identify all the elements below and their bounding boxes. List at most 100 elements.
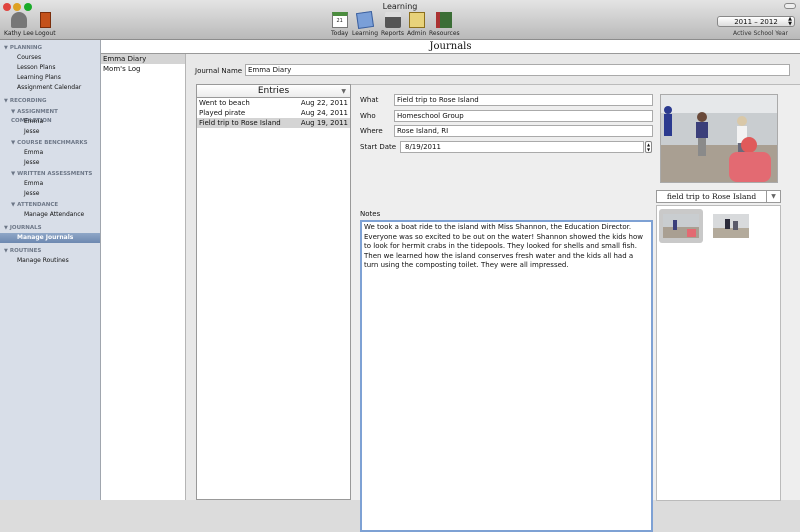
sidebar-item-emma[interactable]: Emma	[0, 148, 100, 158]
school-year-select[interactable]: 2011 – 2012 ▲ ▼	[717, 16, 795, 27]
date-stepper[interactable]: ▲ ▼	[645, 141, 652, 153]
thumbnail-image	[713, 214, 749, 238]
photo-select[interactable]: field trip to Rose Island ▼	[656, 190, 781, 203]
journal-detail-pane: Journal Name Emma Diary Entries ▼ Went t…	[186, 54, 800, 532]
entry-row[interactable]: Field trip to Rose Island Aug 19, 2011	[197, 118, 350, 128]
learning-icon	[355, 10, 375, 30]
sidebar-item-manage-journals[interactable]: Manage Journals	[0, 233, 100, 243]
sidebar-item-lesson-plans[interactable]: Lesson Plans	[0, 63, 100, 73]
sidebar-header-recording[interactable]: ▼ RECORDING	[0, 97, 100, 106]
sidebar-item-emma[interactable]: Emma	[0, 179, 100, 189]
where-label: Where	[360, 127, 383, 135]
who-label: Who	[360, 112, 376, 120]
user-label: Kathy Lee	[4, 30, 34, 37]
sidebar-item-jesse[interactable]: Jesse	[0, 127, 100, 137]
what-field[interactable]: Field trip to Rose Island	[394, 94, 653, 106]
sidebar: ▼ PLANNING Courses Lesson Plans Learning …	[0, 40, 101, 500]
entry-title: Played pirate	[199, 109, 246, 117]
sidebar-header-journals[interactable]: ▼ JOURNALS	[0, 224, 100, 233]
what-label: What	[360, 96, 379, 104]
sidebar-group-assignment-completion[interactable]: ▼ ASSIGNMENT COMPLETION	[0, 108, 100, 124]
school-year-caption: Active School Year	[733, 30, 788, 37]
triangle-down-icon[interactable]: ▼	[341, 85, 346, 98]
resources-button[interactable]: Resources	[429, 12, 460, 37]
journal-list: Emma Diary Mom's Log	[101, 54, 186, 500]
photo-image	[661, 95, 777, 182]
photo-thumbnail[interactable]	[659, 209, 703, 243]
entry-date: Aug 19, 2011	[300, 119, 348, 127]
start-date-label: Start Date	[360, 143, 397, 151]
resources-label: Resources	[429, 30, 460, 37]
entries-header[interactable]: Entries ▼	[197, 85, 350, 98]
disclosure-triangle-icon: ▼	[4, 225, 8, 231]
journal-list-item[interactable]: Emma Diary	[101, 54, 185, 64]
entry-title: Field trip to Rose Island	[199, 119, 281, 127]
door-icon	[39, 12, 51, 28]
logout-button[interactable]: Logout	[35, 12, 56, 37]
sidebar-item-manage-routines[interactable]: Manage Routines	[0, 256, 100, 266]
window-title: Learning	[382, 2, 418, 11]
app-window: Learning Kathy Lee Logout 21 Today Learn…	[0, 0, 800, 532]
printer-icon	[384, 12, 401, 28]
selected-photo	[660, 94, 778, 183]
today-label: Today	[331, 30, 349, 37]
books-icon	[436, 12, 453, 28]
disclosure-triangle-icon: ▼	[11, 109, 16, 115]
today-button[interactable]: 21 Today	[331, 12, 348, 37]
journal-name-field[interactable]: Emma Diary	[245, 64, 790, 76]
disclosure-triangle-icon: ▼	[11, 171, 16, 177]
photo-select-value: field trip to Rose Island	[666, 192, 757, 201]
disclosure-triangle-icon: ▼	[4, 98, 8, 104]
entry-date: Aug 22, 2011	[300, 99, 348, 107]
calendar-icon: 21	[331, 12, 348, 28]
sidebar-header-planning[interactable]: ▼ PLANNING	[0, 44, 100, 53]
sidebar-item-courses[interactable]: Courses	[0, 53, 100, 63]
journal-list-item[interactable]: Mom's Log	[101, 64, 185, 74]
thumbnail-image	[663, 214, 699, 238]
entries-header-label: Entries	[257, 86, 290, 96]
where-field[interactable]: Rose Island, RI	[394, 125, 653, 137]
photo-thumbnails	[656, 205, 781, 501]
sidebar-item-jesse[interactable]: Jesse	[0, 189, 100, 199]
entry-row[interactable]: Played pirate Aug 24, 2011	[197, 108, 350, 118]
sidebar-group-written-assessments[interactable]: ▼ WRITTEN ASSESSMENTS	[0, 170, 100, 179]
sidebar-item-manage-attendance[interactable]: Manage Attendance	[0, 210, 100, 220]
updown-arrows-icon: ▲ ▼	[788, 16, 792, 27]
entry-detail: What Field trip to Rose Island Who Homes…	[351, 84, 800, 532]
admin-button[interactable]: Admin	[407, 12, 426, 37]
sidebar-group-course-benchmarks[interactable]: ▼ COURSE BENCHMARKS	[0, 139, 100, 148]
photo-thumbnail[interactable]	[709, 209, 753, 243]
entry-date: Aug 24, 2011	[300, 109, 348, 117]
disclosure-triangle-icon: ▼	[4, 248, 8, 254]
admin-label: Admin	[407, 30, 427, 37]
start-date-field[interactable]: 8/19/2011	[400, 141, 644, 153]
user-icon	[10, 12, 27, 28]
page-title: Journals	[101, 40, 800, 54]
reports-button[interactable]: Reports	[381, 12, 404, 37]
entry-row[interactable]: Went to beach Aug 22, 2011	[197, 98, 350, 108]
disclosure-triangle-icon: ▼	[11, 140, 16, 146]
who-field[interactable]: Homeschool Group	[394, 110, 653, 122]
user-button[interactable]: Kathy Lee	[4, 12, 34, 37]
sidebar-group-attendance[interactable]: ▼ ATTENDANCE	[0, 201, 100, 210]
disclosure-triangle-icon: ▼	[11, 202, 16, 208]
journal-name-label: Journal Name	[195, 67, 243, 75]
triangle-down-icon: ▼	[766, 191, 780, 202]
sidebar-item-learning-plans[interactable]: Learning Plans	[0, 73, 100, 83]
sidebar-item-jesse[interactable]: Jesse	[0, 158, 100, 168]
admin-icon	[408, 12, 425, 28]
disclosure-triangle-icon: ▼	[4, 45, 8, 51]
toolbar-toggle-button[interactable]	[784, 3, 796, 9]
notes-label: Notes	[360, 210, 381, 218]
toolbar: Learning Kathy Lee Logout 21 Today Learn…	[0, 0, 800, 40]
school-year-value: 2011 – 2012	[734, 18, 778, 26]
reports-label: Reports	[381, 30, 405, 37]
sidebar-header-routines[interactable]: ▼ ROUTINES	[0, 247, 100, 256]
entries-table: Entries ▼ Went to beach Aug 22, 2011 Pla…	[196, 84, 351, 500]
logout-label: Logout	[35, 30, 56, 37]
notes-textarea[interactable]: We took a boat ride to the island with M…	[360, 220, 653, 532]
learning-button[interactable]: Learning	[352, 10, 379, 37]
learning-label: Learning	[352, 30, 379, 37]
sidebar-item-assignment-calendar[interactable]: Assignment Calendar	[0, 83, 100, 93]
entry-title: Went to beach	[199, 99, 250, 107]
